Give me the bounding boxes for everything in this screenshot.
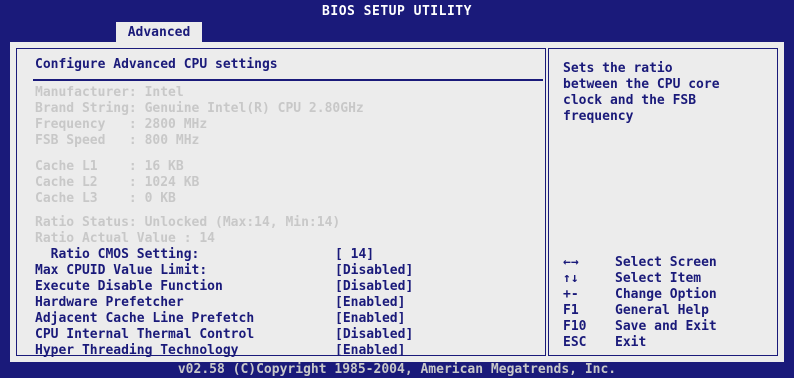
- section-title: Configure Advanced CPU settings: [35, 57, 278, 72]
- key-description: Select Screen: [615, 255, 717, 270]
- key-description: Change Option: [615, 287, 717, 302]
- key-description: Save and Exit: [615, 319, 717, 334]
- setting-label: Max CPUID Value Limit:: [35, 263, 208, 278]
- key-row: ↑↓ Select Item: [563, 271, 773, 287]
- info-ratio-actual: Ratio Actual Value : 14: [35, 231, 216, 246]
- setting-value[interactable]: [Enabled]: [335, 343, 405, 358]
- setting-label: Hardware Prefetcher: [35, 295, 184, 310]
- settings-panel: Configure Advanced CPU settings Manufact…: [16, 48, 546, 358]
- tab-advanced[interactable]: Advanced: [116, 22, 202, 43]
- key-f1: F1: [563, 303, 579, 318]
- arrows-up-down-icon: ↑↓: [563, 271, 579, 286]
- key-row: ←→ Select Screen: [563, 255, 773, 271]
- info-brand-string: Brand String: Genuine Intel(R) CPU 2.80G…: [35, 101, 364, 116]
- setting-label: Execute Disable Function: [35, 279, 223, 294]
- key-row: ESC Exit: [563, 335, 773, 351]
- setting-value[interactable]: [Disabled]: [335, 263, 413, 278]
- info-manufacturer: Manufacturer: Intel: [35, 85, 184, 100]
- setting-value[interactable]: [Enabled]: [335, 311, 405, 326]
- setting-value[interactable]: [Disabled]: [335, 327, 413, 342]
- info-cache-l1: Cache L1 : 16 KB: [35, 159, 184, 174]
- key-f10: F10: [563, 319, 587, 334]
- setting-value[interactable]: [ 14]: [335, 247, 374, 262]
- setting-label: Adjacent Cache Line Prefetch: [35, 311, 255, 326]
- copyright-footer: v02.58 (C)Copyright 1985-2004, American …: [177, 362, 617, 377]
- key-row: F1 General Help: [563, 303, 773, 319]
- setup-frame: Configure Advanced CPU settings Manufact…: [10, 42, 784, 362]
- key-description: General Help: [615, 303, 709, 318]
- info-fsb-speed: FSB Speed : 800 MHz: [35, 133, 200, 148]
- setting-label: CPU Internal Thermal Control: [35, 327, 255, 342]
- key-description: Select Item: [615, 271, 702, 286]
- setting-label: Hyper Threading Technology: [35, 343, 239, 358]
- key-row: +- Change Option: [563, 287, 773, 303]
- info-ratio-status: Ratio Status: Unlocked (Max:14, Min:14): [35, 215, 341, 230]
- key-legend: ←→ Select Screen ↑↓ Select Item +- Chang…: [563, 255, 773, 351]
- info-frequency: Frequency : 2800 MHz: [35, 117, 208, 132]
- key-esc: ESC: [563, 335, 587, 350]
- setting-label: Ratio CMOS Setting:: [35, 247, 200, 262]
- help-panel: Sets the ratio between the CPU core cloc…: [548, 48, 778, 356]
- info-cache-l2: Cache L2 : 1024 KB: [35, 175, 200, 190]
- setting-value[interactable]: [Enabled]: [335, 295, 405, 310]
- key-plus-minus: +-: [563, 287, 579, 302]
- key-description: Exit: [615, 335, 647, 350]
- setting-value[interactable]: [Disabled]: [335, 279, 413, 294]
- arrows-left-right-icon: ←→: [563, 255, 579, 270]
- window-title: BIOS SETUP UTILITY: [322, 4, 472, 19]
- section-divider: [33, 79, 543, 81]
- help-text: Sets the ratio between the CPU core cloc…: [563, 61, 720, 124]
- info-cache-l3: Cache L3 : 0 KB: [35, 191, 176, 206]
- key-row: F10 Save and Exit: [563, 319, 773, 335]
